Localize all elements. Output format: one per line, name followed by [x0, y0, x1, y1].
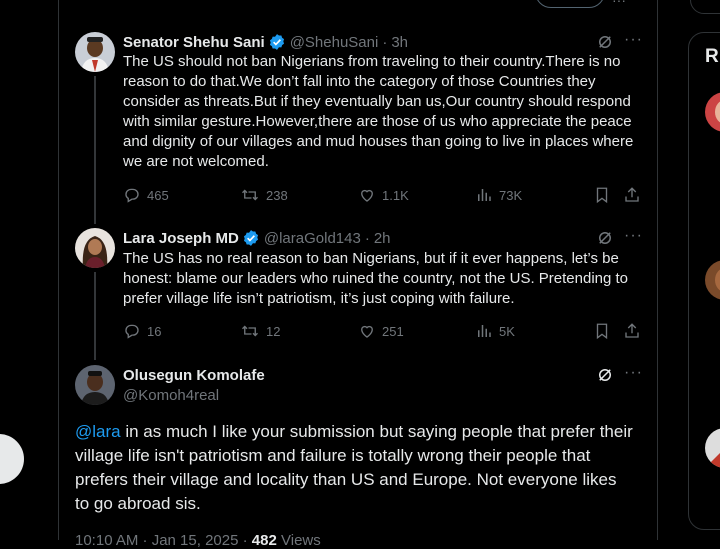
dot-separator: ·	[382, 33, 388, 51]
repost-count: 238	[266, 187, 288, 203]
like-count: 1.1K	[382, 187, 409, 203]
mention-link[interactable]: @lara	[75, 422, 121, 441]
avatar[interactable]	[75, 365, 115, 405]
like-count: 251	[382, 323, 404, 339]
like-icon	[361, 325, 373, 338]
author-name[interactable]: Lara Joseph MD	[123, 230, 239, 247]
sidebar-title: R	[705, 46, 719, 67]
view-count: 73K	[499, 187, 523, 203]
tweet[interactable]: Senator Shehu Sani @ShehuSani · 3h ··· T…	[75, 31, 645, 222]
repost-icon	[242, 325, 258, 337]
bookmark-icon	[596, 323, 608, 340]
share-icon	[625, 323, 639, 338]
sidebar-search[interactable]	[690, 0, 720, 14]
top-button[interactable]	[535, 0, 605, 8]
main-tweet-text: @lara in as much I like your submission …	[75, 420, 635, 516]
verified-badge-icon	[242, 229, 260, 247]
author-handle[interactable]: @laraGold143	[264, 230, 361, 247]
verified-badge-icon	[268, 33, 286, 51]
tweet[interactable]: Lara Joseph MD @laraGold143 · 2h ··· The…	[75, 227, 645, 358]
main-tweet-header: Olusegun Komolafe @Komoh4real ···	[75, 364, 645, 409]
share-button[interactable]	[623, 322, 647, 340]
views-count: 482	[251, 532, 277, 549]
repost-button[interactable]: 238	[240, 186, 288, 204]
reply-icon	[125, 188, 139, 203]
views-icon	[478, 325, 491, 337]
main-tweet-body: in as much I like your submission but sa…	[75, 422, 633, 513]
grok-icon[interactable]	[596, 33, 614, 51]
bookmark-button[interactable]	[593, 186, 617, 204]
like-icon	[361, 189, 373, 202]
author-name[interactable]: Olusegun Komolafe	[123, 367, 265, 384]
timestamp[interactable]: 2h	[374, 230, 391, 247]
reply-icon	[125, 324, 139, 339]
tweet-text: The US has no real reason to ban Nigeria…	[123, 250, 629, 307]
repost-icon	[242, 189, 258, 201]
avatar[interactable]	[75, 32, 115, 72]
avatar[interactable]	[75, 228, 115, 268]
like-button[interactable]: 251	[358, 322, 404, 340]
reply-count: 16	[147, 323, 162, 339]
author-name[interactable]: Senator Shehu Sani	[123, 34, 265, 51]
post-datetime[interactable]: 10:10 AM · Jan 15, 2025 ·	[75, 532, 248, 549]
reply-button[interactable]: 16	[123, 322, 161, 340]
action-bar: 16 12 251 5K	[123, 322, 641, 342]
repost-button[interactable]: 12	[240, 322, 280, 340]
more-icon[interactable]: ···	[624, 364, 643, 382]
action-bar: 465 238 1.1K 73K	[123, 186, 641, 206]
author-handle[interactable]: @Komoh4real	[123, 387, 219, 404]
timestamp[interactable]: 3h	[391, 34, 408, 51]
share-button[interactable]	[623, 186, 647, 204]
views-label: Views	[281, 532, 321, 549]
tweet-footer: 10:10 AM · Jan 15, 2025 · 482 Views	[75, 532, 321, 549]
view-count: 5K	[499, 323, 515, 339]
grok-icon[interactable]	[596, 229, 614, 247]
views-button[interactable]: 73K	[475, 186, 522, 204]
grok-icon[interactable]	[596, 366, 614, 384]
tweet-text: The US should not ban Nigerians from tra…	[123, 53, 634, 170]
bookmark-button[interactable]	[593, 322, 617, 340]
repost-count: 12	[266, 323, 281, 339]
reply-count: 465	[147, 187, 169, 203]
bookmark-icon	[596, 187, 608, 204]
more-icon[interactable]: ···	[624, 227, 643, 245]
floating-button[interactable]	[0, 434, 24, 484]
more-icon[interactable]: ···	[612, 0, 626, 8]
author-handle[interactable]: @ShehuSani	[290, 34, 379, 51]
dot-separator: ·	[364, 229, 370, 247]
views-button[interactable]: 5K	[475, 322, 515, 340]
views-icon	[478, 189, 491, 201]
reply-button[interactable]: 465	[123, 186, 169, 204]
more-icon[interactable]: ···	[624, 31, 643, 49]
share-icon	[625, 187, 639, 202]
like-button[interactable]: 1.1K	[358, 186, 409, 204]
